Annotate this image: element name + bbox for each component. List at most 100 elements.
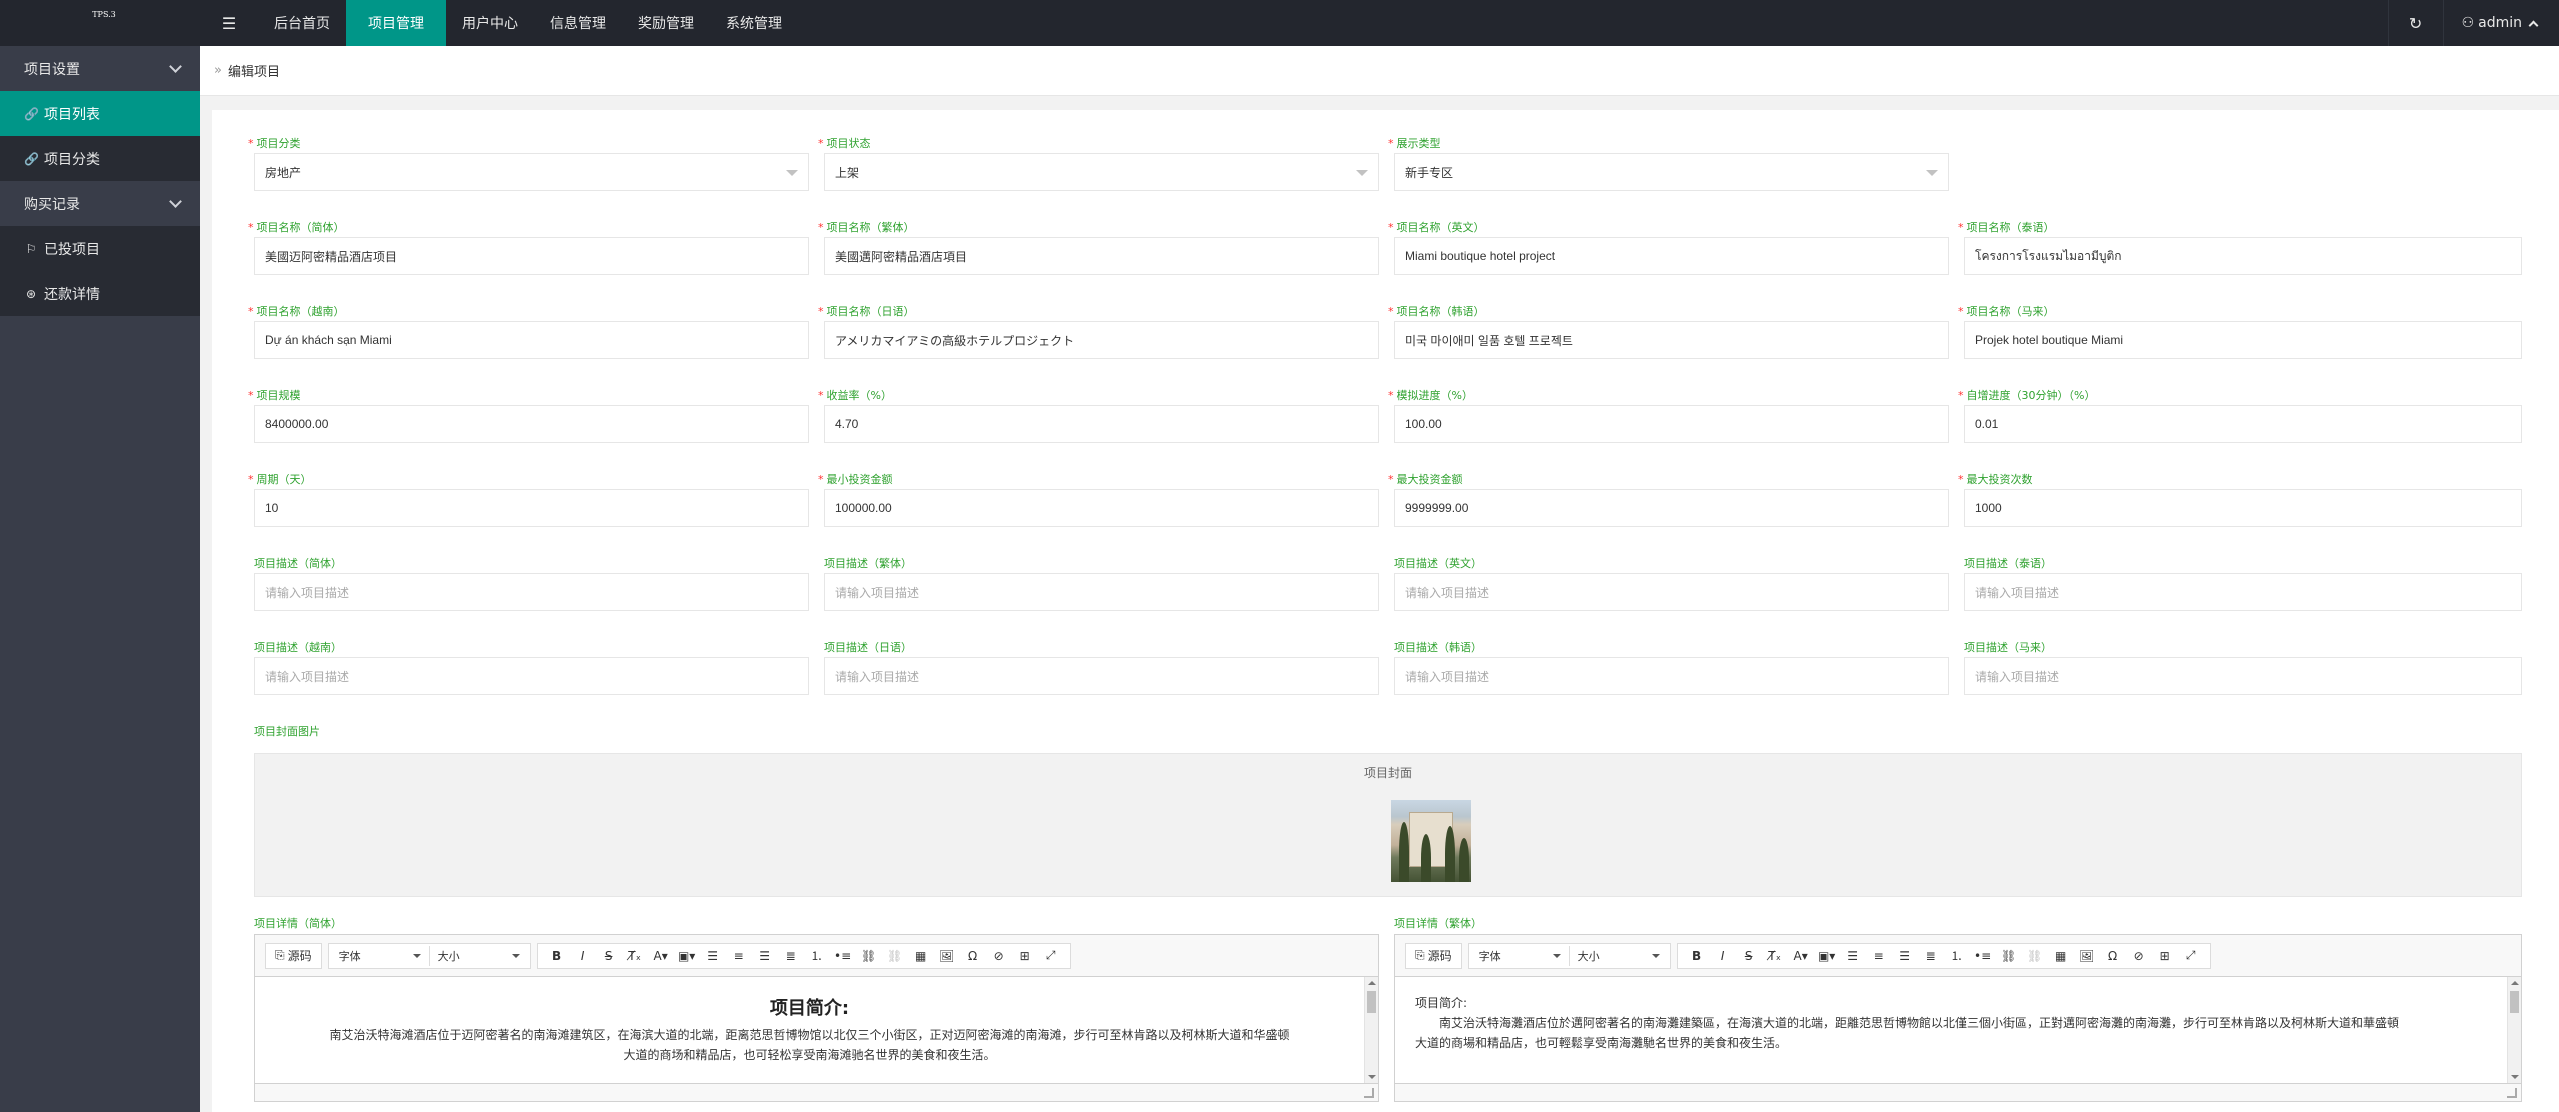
- align-justify-icon[interactable]: ≣: [781, 945, 801, 967]
- background-color-icon[interactable]: ▣▾: [677, 945, 697, 967]
- scroll-thumb[interactable]: [2510, 991, 2519, 1013]
- fullscreen-icon[interactable]: ⤢: [1041, 945, 1061, 967]
- yield-input[interactable]: 4.70: [824, 405, 1379, 443]
- name-input-traditional[interactable]: 美國邁阿密精品酒店項目: [824, 237, 1379, 275]
- unlink-icon[interactable]: ⛓: [2025, 945, 2045, 967]
- desc-input-english[interactable]: 请输入项目描述: [1394, 573, 1949, 611]
- scroll-thumb[interactable]: [1367, 991, 1376, 1013]
- unordered-list-icon[interactable]: •≡: [1973, 945, 1993, 967]
- top-menu-users[interactable]: 用户中心: [446, 0, 534, 46]
- max-invest-input[interactable]: 9999999.00: [1394, 489, 1949, 527]
- scale-input[interactable]: 8400000.00: [254, 405, 809, 443]
- font-size-select[interactable]: 大小: [1574, 945, 1664, 967]
- align-right-icon[interactable]: ☰: [1895, 945, 1915, 967]
- auto-progress-input[interactable]: 0.01: [1964, 405, 2522, 443]
- bold-icon[interactable]: B: [547, 945, 567, 967]
- name-input-korean[interactable]: 미국 마이애미 일품 호텔 프로젝트: [1394, 321, 1949, 359]
- special-char-icon[interactable]: Ω: [2103, 945, 2123, 967]
- desc-input-vietnamese[interactable]: 请输入项目描述: [254, 657, 809, 695]
- special-char-icon[interactable]: Ω: [963, 945, 983, 967]
- rich-editor-simplified[interactable]: ⎘ 源码 字体 大小 B I S T̸ₓ A▾ ▣▾ ☰ ≡ ☰ ≣ ⒈ •≡ ⛓: [254, 934, 1379, 1102]
- align-left-icon[interactable]: ☰: [1843, 945, 1863, 967]
- sidebar-group-purchase-records[interactable]: 购买记录: [0, 181, 200, 226]
- editor-content[interactable]: 项目简介: 南艾治沃特海滩酒店位于迈阿密著名的南海滩建筑区，在海滨大道的北端，距…: [255, 977, 1364, 1083]
- emoji-icon[interactable]: ⊘: [989, 945, 1009, 967]
- page-break-icon[interactable]: ⊞: [2155, 945, 2175, 967]
- sidebar-item-project-list[interactable]: 🔗 项目列表: [0, 91, 200, 136]
- text-color-icon[interactable]: A▾: [1791, 945, 1811, 967]
- page-break-icon[interactable]: ⊞: [1015, 945, 1035, 967]
- align-left-icon[interactable]: ☰: [703, 945, 723, 967]
- sidebar-group-project-settings[interactable]: 项目设置: [0, 46, 200, 91]
- emoji-icon[interactable]: ⊘: [2129, 945, 2149, 967]
- desc-input-japanese[interactable]: 请输入项目描述: [824, 657, 1379, 695]
- category-select[interactable]: 房地产: [254, 153, 809, 191]
- editor-scrollbar[interactable]: [2507, 977, 2521, 1083]
- link-icon[interactable]: ⛓: [1999, 945, 2019, 967]
- image-icon[interactable]: 🖼: [2077, 945, 2097, 967]
- sidebar-item-repayment-details[interactable]: ⊛ 还款详情: [0, 271, 200, 316]
- sim-progress-input[interactable]: 100.00: [1394, 405, 1949, 443]
- top-menu-rewards[interactable]: 奖励管理: [622, 0, 710, 46]
- clear-format-icon[interactable]: T̸ₓ: [625, 945, 645, 967]
- italic-icon[interactable]: I: [1713, 945, 1733, 967]
- source-code-button[interactable]: ⎘ 源码: [275, 945, 312, 967]
- top-menu-projects[interactable]: 项目管理: [346, 0, 446, 46]
- image-icon[interactable]: 🖼: [937, 945, 957, 967]
- table-icon[interactable]: ▦: [2051, 945, 2071, 967]
- top-menu-info[interactable]: 信息管理: [534, 0, 622, 46]
- background-color-icon[interactable]: ▣▾: [1817, 945, 1837, 967]
- name-input-simplified[interactable]: 美國迈阿密精品酒店项目: [254, 237, 809, 275]
- ordered-list-icon[interactable]: ⒈: [807, 945, 827, 967]
- min-invest-input[interactable]: 100000.00: [824, 489, 1379, 527]
- bold-icon[interactable]: B: [1687, 945, 1707, 967]
- editor-scrollbar[interactable]: [1364, 977, 1378, 1083]
- fullscreen-icon[interactable]: ⤢: [2181, 945, 2201, 967]
- max-times-input[interactable]: 1000: [1964, 489, 2522, 527]
- cover-upload-area[interactable]: 项目封面: [254, 753, 2522, 897]
- name-input-vietnamese[interactable]: Dự án khách sạn Miami: [254, 321, 809, 359]
- desc-input-korean[interactable]: 请输入项目描述: [1394, 657, 1949, 695]
- unordered-list-icon[interactable]: •≡: [833, 945, 853, 967]
- align-right-icon[interactable]: ☰: [755, 945, 775, 967]
- top-menu-system[interactable]: 系统管理: [710, 0, 798, 46]
- clear-format-icon[interactable]: T̸ₓ: [1765, 945, 1785, 967]
- user-menu[interactable]: ⚇ admin: [2444, 0, 2559, 46]
- table-icon[interactable]: ▦: [911, 945, 931, 967]
- resize-grip-icon[interactable]: [1364, 1088, 1374, 1098]
- italic-icon[interactable]: I: [573, 945, 593, 967]
- desc-input-traditional[interactable]: 请输入项目描述: [824, 573, 1379, 611]
- sidebar-item-project-category[interactable]: 🔗 项目分类: [0, 136, 200, 181]
- menu-toggle-icon[interactable]: ☰: [200, 0, 258, 46]
- scroll-down-icon[interactable]: [1368, 1075, 1376, 1079]
- align-center-icon[interactable]: ≡: [1869, 945, 1889, 967]
- cover-image[interactable]: [1391, 800, 1471, 882]
- source-code-button[interactable]: ⎘ 源码: [1415, 945, 1452, 967]
- scroll-down-icon[interactable]: [2511, 1075, 2519, 1079]
- unlink-icon[interactable]: ⛓: [885, 945, 905, 967]
- sidebar-item-invested-projects[interactable]: ⚐ 已投项目: [0, 226, 200, 271]
- strikethrough-icon[interactable]: S: [1739, 945, 1759, 967]
- link-icon[interactable]: ⛓: [859, 945, 879, 967]
- desc-input-simplified[interactable]: 请输入项目描述: [254, 573, 809, 611]
- desc-input-thai[interactable]: 请输入项目描述: [1964, 573, 2522, 611]
- status-select[interactable]: 上架: [824, 153, 1379, 191]
- ordered-list-icon[interactable]: ⒈: [1947, 945, 1967, 967]
- scroll-up-icon[interactable]: [1368, 981, 1376, 985]
- font-family-select[interactable]: 字体: [1475, 945, 1565, 967]
- name-input-japanese[interactable]: アメリカマイアミの高級ホテルプロジェクト: [824, 321, 1379, 359]
- top-menu-home[interactable]: 后台首页: [258, 0, 346, 46]
- rich-editor-traditional[interactable]: ⎘ 源码 字体 大小 B I S T̸ₓ A▾ ▣▾ ☰ ≡ ☰ ≣ ⒈ •≡ ⛓: [1394, 934, 2522, 1102]
- align-justify-icon[interactable]: ≣: [1921, 945, 1941, 967]
- align-center-icon[interactable]: ≡: [729, 945, 749, 967]
- resize-grip-icon[interactable]: [2507, 1088, 2517, 1098]
- scroll-up-icon[interactable]: [2511, 981, 2519, 985]
- name-input-thai[interactable]: โครงการโรงแรมไมอามีบูติก: [1964, 237, 2522, 275]
- strikethrough-icon[interactable]: S: [599, 945, 619, 967]
- period-input[interactable]: 10: [254, 489, 809, 527]
- refresh-icon[interactable]: ↻: [2387, 0, 2444, 46]
- text-color-icon[interactable]: A▾: [651, 945, 671, 967]
- name-input-english[interactable]: Miami boutique hotel project: [1394, 237, 1949, 275]
- font-family-select[interactable]: 字体: [335, 945, 425, 967]
- display-type-select[interactable]: 新手专区: [1394, 153, 1949, 191]
